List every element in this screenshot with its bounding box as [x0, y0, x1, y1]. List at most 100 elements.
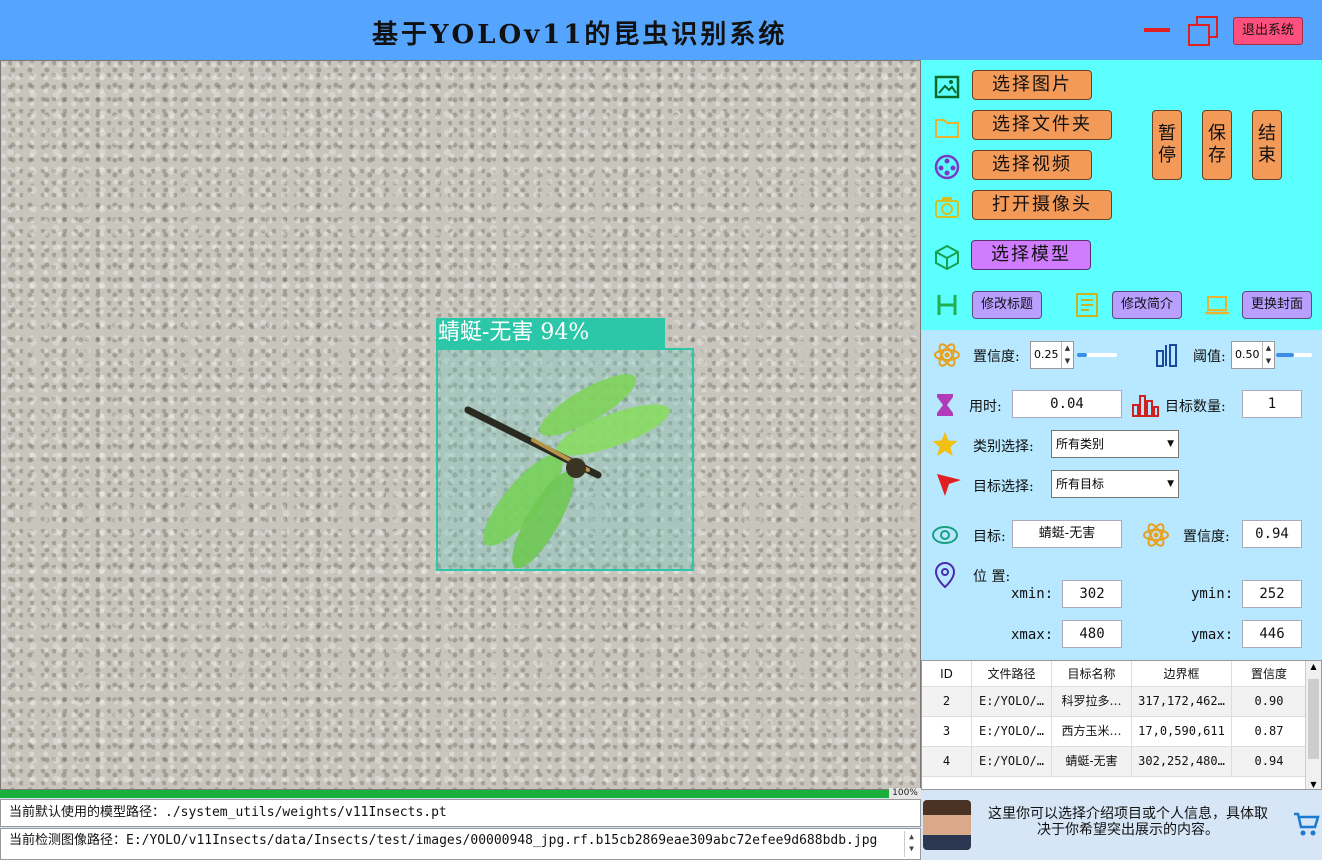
cell-id: 3 [922, 717, 972, 747]
column-header-confidence[interactable]: 置信度 [1232, 661, 1307, 687]
table-row[interactable]: 2 E:/YOLO/… 科罗拉多… 317,172,462… 0.90 [922, 687, 1307, 717]
bar-chart-icon [1132, 395, 1159, 417]
edit-title-button[interactable]: 修改标题 [972, 291, 1042, 319]
folder-icon [935, 119, 959, 138]
cell-path: E:/YOLO/… [972, 687, 1052, 717]
class-select-value: 所有类别 [1056, 437, 1105, 451]
target-select-dropdown[interactable]: 所有目标 ▼ [1051, 470, 1179, 498]
end-button[interactable]: 结束 [1252, 110, 1282, 180]
control-panel: 选择图片 选择文件夹 选择视频 打开摄像头 选择模型 暂停 保存 结束 修改标题… [921, 60, 1322, 330]
xmin-label: xmin: [1011, 586, 1054, 602]
app-title: 基于YOLOv11的昆虫识别系统 [372, 20, 788, 50]
detection-label: 蜻蜓-无害 94% [436, 318, 665, 348]
scroll-thumb[interactable] [1308, 679, 1319, 759]
settings-panel: 置信度: 0.25 ▲ ▼ 阈值: 0.50 ▲ ▼ 用时: 0.04 目标数量: … [921, 330, 1322, 660]
select-model-button[interactable]: 选择模型 [971, 240, 1091, 270]
iou-spin-arrows[interactable]: ▲ ▼ [1262, 342, 1274, 368]
confidence-spin-arrows[interactable]: ▲ ▼ [1061, 342, 1073, 368]
model-path-status: 当前默认使用的模型路径：./system_utils/weights/v11In… [0, 799, 921, 827]
position-label: 位 置: [973, 569, 1011, 585]
pointer-icon [937, 474, 961, 496]
cell-path: E:/YOLO/… [972, 747, 1052, 777]
iou-slider[interactable] [1276, 353, 1312, 357]
iou-spinbox[interactable]: 0.50 ▲ ▼ [1231, 341, 1275, 369]
heading-icon [937, 295, 957, 315]
confidence-label: 置信度: [973, 349, 1020, 365]
image-icon [934, 75, 960, 99]
cart-icon[interactable] [1293, 810, 1321, 838]
edit-intro-button[interactable]: 修改简介 [1112, 291, 1182, 319]
image-display: 蜻蜓-无害 94% [0, 60, 921, 790]
pause-button[interactable]: 暂停 [1152, 110, 1182, 180]
threshold-icon [1156, 344, 1177, 367]
eye-icon [932, 526, 958, 544]
open-camera-button[interactable]: 打开摄像头 [972, 190, 1112, 220]
cell-bbox: 302,252,480… [1132, 747, 1232, 777]
class-select-dropdown[interactable]: 所有类别 ▼ [1051, 430, 1179, 458]
atom-icon [1143, 523, 1169, 547]
scroll-up-icon[interactable]: ▲ [1306, 661, 1321, 673]
cell-confidence: 0.87 [1232, 717, 1307, 747]
select-image-button[interactable]: 选择图片 [972, 70, 1092, 100]
image-path-text: 当前检测图像路径：E:/YOLO/v11Insects/data/Insects… [9, 833, 878, 848]
column-header-bbox[interactable]: 边界框 [1132, 661, 1232, 687]
dragonfly-image [464, 374, 670, 569]
select-video-button[interactable]: 选择视频 [972, 150, 1092, 180]
cell-confidence: 0.94 [1232, 747, 1307, 777]
target-count-label: 目标数量: [1165, 399, 1226, 415]
cell-id: 2 [922, 687, 972, 717]
status-scrollbar[interactable]: ▲ ▼ [904, 831, 918, 857]
location-icon [934, 561, 956, 589]
time-field: 0.04 [1012, 390, 1122, 418]
column-header-name[interactable]: 目标名称 [1052, 661, 1132, 687]
progress-fill [0, 790, 889, 798]
column-header-id[interactable]: ID [922, 661, 972, 687]
cell-path: E:/YOLO/… [972, 717, 1052, 747]
column-header-path[interactable]: 文件路径 [972, 661, 1052, 687]
target-name-label: 目标: [973, 529, 1006, 545]
class-select-label: 类别选择: [973, 439, 1034, 455]
save-button[interactable]: 保存 [1202, 110, 1232, 180]
cell-name: 蜻蜓-无害 [1052, 747, 1132, 777]
change-cover-button[interactable]: 更换封面 [1242, 291, 1312, 319]
video-reel-icon [934, 154, 960, 180]
minimize-button[interactable] [1144, 28, 1170, 32]
confidence-slider-fill [1077, 353, 1087, 357]
ymax-label: ymax: [1191, 627, 1234, 643]
maximize-button[interactable] [1186, 16, 1218, 46]
target-select-label: 目标选择: [973, 479, 1034, 495]
progress-bar [0, 790, 921, 798]
table-row[interactable]: 4 E:/YOLO/… 蜻蜓-无害 302,252,480… 0.94 [922, 747, 1307, 777]
footer-intro: 这里你可以选择介绍项目或个人信息，具体取决于你希望突出展示的内容。 [921, 790, 1322, 860]
laptop-icon [1205, 296, 1229, 315]
atom-icon [934, 343, 960, 367]
chevron-down-icon: ▼ [1167, 479, 1174, 489]
cell-bbox: 317,172,462… [1132, 687, 1232, 717]
confidence-value: 0.25 [1034, 348, 1059, 361]
xmax-label: xmax: [1011, 627, 1054, 643]
exit-system-button[interactable]: 退出系统 [1233, 17, 1303, 45]
xmin-field: 302 [1062, 580, 1122, 608]
camera-icon [935, 197, 959, 218]
select-folder-button[interactable]: 选择文件夹 [972, 110, 1112, 140]
confidence-slider[interactable] [1077, 353, 1117, 357]
document-icon [1076, 293, 1098, 317]
iou-label: 阈值: [1193, 349, 1226, 365]
table-header: ID 文件路径 目标名称 边界框 置信度 [922, 661, 1307, 687]
scroll-down-icon[interactable]: ▼ [1306, 779, 1321, 789]
intro-text: 这里你可以选择介绍项目或个人信息，具体取决于你希望突出展示的内容。 [988, 806, 1268, 838]
ymin-label: ymin: [1191, 586, 1234, 602]
ymin-field: 252 [1242, 580, 1302, 608]
title-bar: 基于YOLOv11的昆虫识别系统 退出系统 [0, 0, 1322, 60]
confidence-spinbox[interactable]: 0.25 ▲ ▼ [1030, 341, 1074, 369]
table-row[interactable]: 3 E:/YOLO/… 西方玉米… 17,0,590,611 0.87 [922, 717, 1307, 747]
results-table[interactable]: ID 文件路径 目标名称 边界框 置信度 2 E:/YOLO/… 科罗拉多… 3… [921, 660, 1322, 790]
hourglass-icon [937, 394, 953, 416]
target-count-field: 1 [1242, 390, 1302, 418]
detection-box [436, 348, 694, 571]
ymax-field: 446 [1242, 620, 1302, 648]
avatar[interactable] [923, 800, 971, 850]
image-path-status[interactable]: 当前检测图像路径：E:/YOLO/v11Insects/data/Insects… [0, 828, 921, 860]
xmax-field: 480 [1062, 620, 1122, 648]
table-scrollbar[interactable]: ▲ ▼ [1305, 661, 1321, 789]
